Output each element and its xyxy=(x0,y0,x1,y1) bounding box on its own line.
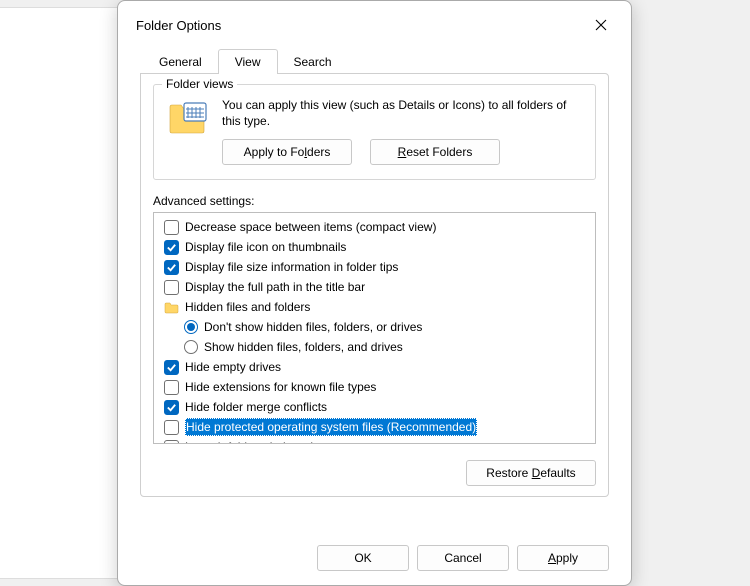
checkbox[interactable] xyxy=(164,380,179,395)
tab-general[interactable]: General xyxy=(142,49,219,74)
list-item[interactable]: Don't show hidden files, folders, or dri… xyxy=(184,317,591,337)
list-item-label: Hide empty drives xyxy=(185,358,281,376)
radio[interactable] xyxy=(184,320,198,334)
advanced-settings-label: Advanced settings: xyxy=(153,194,596,208)
folder-views-description: You can apply this view (such as Details… xyxy=(222,97,581,129)
checkbox[interactable] xyxy=(164,260,179,275)
list-item-label: Display the full path in the title bar xyxy=(185,278,365,296)
apply-button[interactable]: Apply xyxy=(517,545,609,571)
checkbox[interactable] xyxy=(164,220,179,235)
list-item[interactable]: Display file size information in folder … xyxy=(164,257,591,277)
list-item-label: Display file icon on thumbnails xyxy=(185,238,346,256)
tab-search[interactable]: Search xyxy=(277,49,349,74)
reset-folders-button[interactable]: Reset Folders xyxy=(370,139,500,165)
list-item[interactable]: Hide extensions for known file types xyxy=(164,377,591,397)
list-item[interactable]: Display file icon on thumbnails xyxy=(164,237,591,257)
apply-to-folders-button[interactable]: Apply to Folders xyxy=(222,139,352,165)
list-item-label: Hide protected operating system files (R… xyxy=(185,418,477,436)
checkbox[interactable] xyxy=(164,360,179,375)
list-item-label: Display file size information in folder … xyxy=(185,258,398,276)
folder-options-dialog: Folder Options General View Search Folde… xyxy=(117,0,632,586)
close-icon xyxy=(595,19,607,31)
list-item[interactable]: Hidden files and folders xyxy=(164,297,591,317)
folder-icon xyxy=(164,301,179,314)
dialog-footer: OK Cancel Apply xyxy=(118,539,631,585)
cancel-button[interactable]: Cancel xyxy=(417,545,509,571)
titlebar: Folder Options xyxy=(118,1,631,45)
list-item-label: Launch folder windows in a separate proc… xyxy=(185,438,425,443)
tab-view-body: Folder views xyxy=(140,73,609,497)
close-button[interactable] xyxy=(585,11,617,39)
tab-view[interactable]: View xyxy=(218,49,278,74)
advanced-settings-listbox[interactable]: Decrease space between items (compact vi… xyxy=(153,212,596,444)
checkbox[interactable] xyxy=(164,420,179,435)
list-item[interactable]: Decrease space between items (compact vi… xyxy=(164,217,591,237)
list-item-label: Decrease space between items (compact vi… xyxy=(185,218,436,236)
list-item-label: Hide extensions for known file types xyxy=(185,378,376,396)
folder-views-group: Folder views xyxy=(153,84,596,180)
list-item[interactable]: Launch folder windows in a separate proc… xyxy=(164,437,591,443)
list-item[interactable]: Hide folder merge conflicts xyxy=(164,397,591,417)
radio[interactable] xyxy=(184,340,198,354)
checkbox[interactable] xyxy=(164,280,179,295)
dialog-title: Folder Options xyxy=(136,18,221,33)
tab-strip: General View Search xyxy=(142,49,609,74)
list-item-label: Hide folder merge conflicts xyxy=(185,398,327,416)
list-item[interactable]: Hide protected operating system files (R… xyxy=(164,417,591,437)
list-item[interactable]: Hide empty drives xyxy=(164,357,591,377)
checkbox[interactable] xyxy=(164,400,179,415)
checkbox[interactable] xyxy=(164,240,179,255)
dialog-content: General View Search Folder views xyxy=(118,45,631,539)
restore-defaults-button[interactable]: Restore Defaults xyxy=(466,460,596,486)
list-item[interactable]: Display the full path in the title bar xyxy=(164,277,591,297)
list-item-label: Hidden files and folders xyxy=(185,298,310,316)
list-item-label: Don't show hidden files, folders, or dri… xyxy=(204,318,422,336)
list-item-label: Show hidden files, folders, and drives xyxy=(204,338,403,356)
list-item[interactable]: Show hidden files, folders, and drives xyxy=(184,337,591,357)
background-strip xyxy=(0,7,118,579)
folder-views-legend: Folder views xyxy=(162,77,237,91)
folder-views-icon xyxy=(168,97,208,138)
checkbox[interactable] xyxy=(164,440,179,444)
ok-button[interactable]: OK xyxy=(317,545,409,571)
